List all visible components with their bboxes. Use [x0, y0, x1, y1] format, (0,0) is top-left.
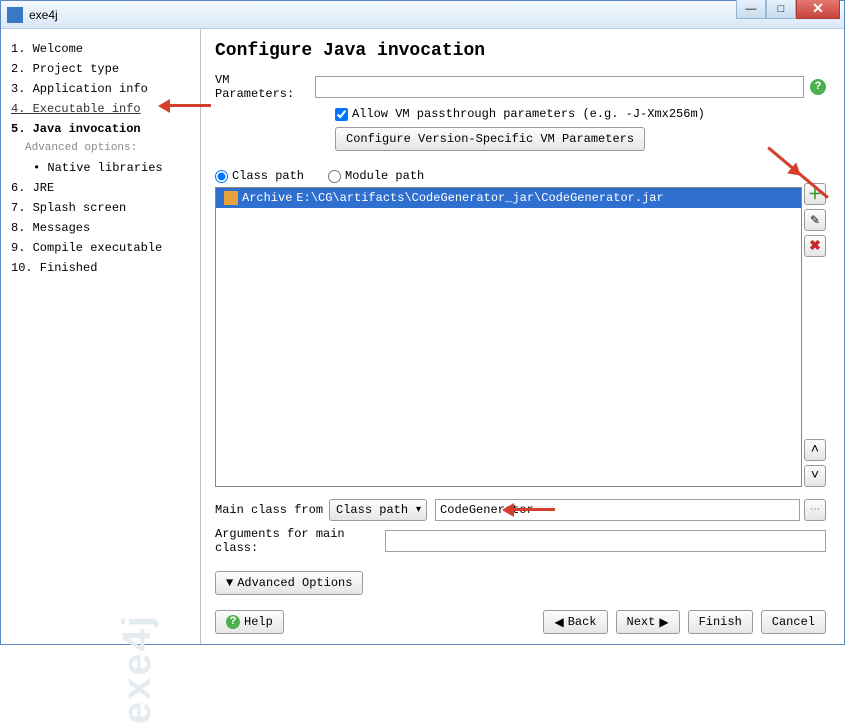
jar-icon — [224, 191, 238, 205]
vm-parameters-label: VM Parameters: — [215, 73, 315, 101]
modulepath-radio-wrap[interactable]: Module path — [328, 169, 424, 183]
watermark: exe4j — [115, 614, 160, 724]
next-label: Next — [627, 615, 656, 629]
app-window: exe4j — □ ✕ 1. Welcome 2. Project type 3… — [0, 0, 845, 645]
move-down-button[interactable]: ˅ — [804, 465, 826, 487]
classpath-radio-label: Class path — [232, 169, 304, 183]
main-class-source-dropdown[interactable]: Class path — [329, 499, 427, 521]
classpath-listbox[interactable]: Archive E:\CG\artifacts\CodeGenerator_ja… — [215, 187, 802, 487]
step-project-type[interactable]: 2. Project type — [11, 59, 190, 79]
allow-passthrough-label: Allow VM passthrough parameters (e.g. -J… — [352, 107, 705, 121]
maximize-button[interactable]: □ — [766, 0, 796, 19]
back-button[interactable]: ◀ Back — [543, 610, 607, 634]
step-jre[interactable]: 6. JRE — [11, 178, 190, 198]
step-application-info[interactable]: 3. Application info — [11, 79, 190, 99]
minimize-button[interactable]: — — [736, 0, 766, 19]
finish-button[interactable]: Finish — [688, 610, 753, 634]
help-button[interactable]: ? Help — [215, 610, 284, 634]
titlebar[interactable]: exe4j — □ ✕ — [1, 1, 844, 29]
advanced-options-label: Advanced Options — [237, 576, 352, 590]
entry-type: Archive — [242, 191, 292, 205]
step-native-libraries[interactable]: • Native libraries — [11, 158, 190, 178]
main-panel: Configure Java invocation VM Parameters:… — [201, 29, 844, 644]
window-title: exe4j — [29, 8, 58, 22]
vm-parameters-input[interactable] — [315, 76, 804, 98]
classpath-radio[interactable] — [215, 170, 228, 183]
step-finished[interactable]: 10. Finished — [11, 258, 190, 278]
modulepath-radio[interactable] — [328, 170, 341, 183]
cancel-button[interactable]: Cancel — [761, 610, 826, 634]
entry-path: E:\CG\artifacts\CodeGenerator_jar\CodeGe… — [296, 191, 663, 205]
help-icon: ? — [226, 615, 240, 629]
step-welcome[interactable]: 1. Welcome — [11, 39, 190, 59]
arguments-input[interactable] — [385, 530, 826, 552]
step-messages[interactable]: 8. Messages — [11, 218, 190, 238]
help-button-label: Help — [244, 615, 273, 629]
browse-main-class-button[interactable]: ⋯ — [804, 499, 826, 521]
next-button[interactable]: Next ▶ — [616, 610, 680, 634]
advanced-options-button[interactable]: ▼ Advanced Options — [215, 571, 363, 595]
main-class-from-label: Main class from — [215, 503, 323, 517]
back-label: Back — [568, 615, 597, 629]
step-compile-executable[interactable]: 9. Compile executable — [11, 238, 190, 258]
step-splash-screen[interactable]: 7. Splash screen — [11, 198, 190, 218]
wizard-sidebar: 1. Welcome 2. Project type 3. Applicatio… — [1, 29, 201, 644]
delete-entry-button[interactable]: ✖ — [804, 235, 826, 257]
classpath-entry[interactable]: Archive E:\CG\artifacts\CodeGenerator_ja… — [216, 188, 801, 208]
edit-entry-button[interactable]: ✎ — [804, 209, 826, 231]
classpath-radio-wrap[interactable]: Class path — [215, 169, 304, 183]
close-button[interactable]: ✕ — [796, 0, 840, 19]
help-icon[interactable]: ? — [810, 79, 826, 95]
modulepath-radio-label: Module path — [345, 169, 424, 183]
step-java-invocation[interactable]: 5. Java invocation — [11, 119, 190, 139]
move-up-button[interactable]: ˄ — [804, 439, 826, 461]
allow-passthrough-checkbox[interactable] — [335, 108, 348, 121]
app-icon — [7, 7, 23, 23]
page-title: Configure Java invocation — [215, 41, 826, 61]
advanced-options-label: Advanced options: — [11, 139, 190, 158]
configure-version-specific-button[interactable]: Configure Version-Specific VM Parameters — [335, 127, 645, 151]
arguments-label: Arguments for main class: — [215, 527, 385, 555]
annotation-arrow-icon — [495, 503, 715, 517]
